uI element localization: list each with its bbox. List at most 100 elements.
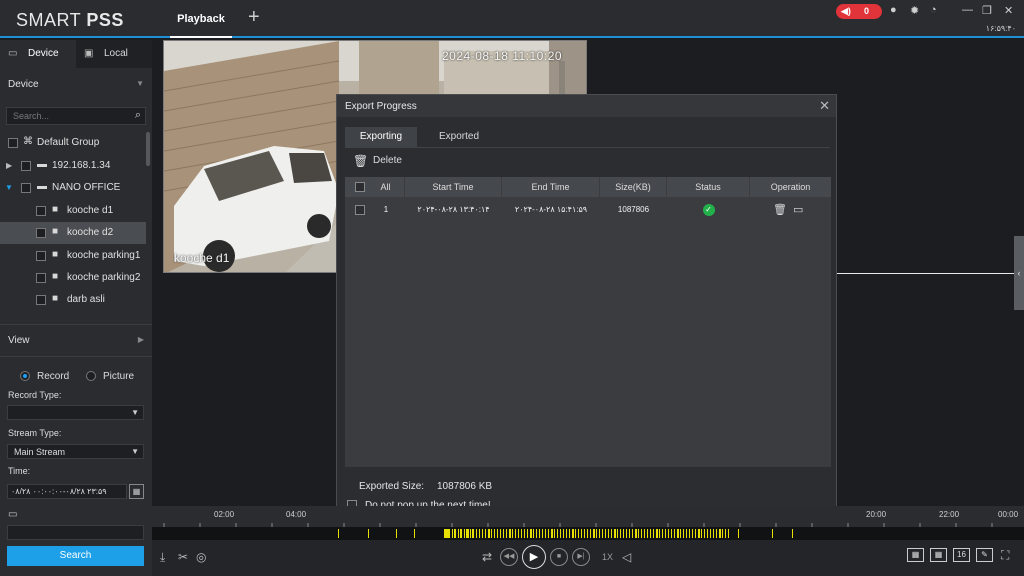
recording-segment xyxy=(656,529,658,538)
exported-size: Exported Size: 1087806 KB xyxy=(359,481,492,492)
download-icon[interactable]: ⤓ xyxy=(160,550,165,565)
rewind-button[interactable]: ◀◀ xyxy=(500,548,518,566)
restore-icon[interactable]: ❐ xyxy=(982,4,992,17)
divider xyxy=(0,324,152,325)
tree-item-ip-device[interactable]: ▶ ▬ 192.168.1.34 xyxy=(0,155,146,177)
layout-16-button[interactable]: 16 xyxy=(953,548,970,562)
recording-segment xyxy=(644,529,645,538)
play-button[interactable]: ▶ xyxy=(522,545,546,569)
recording-segment xyxy=(728,529,729,538)
recording-segment xyxy=(710,529,711,538)
time-range-field[interactable]: ۰۸/۲۸ ۰۰:۰۰:۰۰-۰۸/۲۸ ۲۳:۵۹ xyxy=(7,484,127,499)
tree-checkbox[interactable] xyxy=(21,161,31,171)
search-button[interactable]: Search xyxy=(7,546,144,566)
row-status: ✓ xyxy=(667,199,750,221)
record-type-select[interactable]: ▼ xyxy=(7,405,144,420)
video-channel-name: kooche d1 xyxy=(174,251,230,265)
tab-playback[interactable]: Playback xyxy=(170,0,232,38)
alarm-count: 0 xyxy=(864,6,870,16)
fullscreen-icon[interactable]: ⛶ xyxy=(1001,548,1009,563)
sync-icon[interactable]: ⇄ xyxy=(482,550,492,564)
row-index: 1 xyxy=(383,205,389,214)
recording-segment xyxy=(707,529,708,538)
recording-segment xyxy=(542,529,543,538)
tab-local[interactable]: ▣ Local xyxy=(76,40,152,68)
tab-exporting[interactable]: Exporting xyxy=(345,127,417,147)
recording-segment xyxy=(662,529,663,538)
search-icon[interactable]: ⌕ xyxy=(135,109,141,122)
trash-icon: 🗑 xyxy=(353,154,369,168)
recording-segment xyxy=(602,529,603,538)
tree-item-default-group[interactable]: ⌘ Default Group xyxy=(0,132,146,154)
recording-segment xyxy=(581,529,582,538)
layout-grid-icon[interactable]: ▦ xyxy=(907,548,924,562)
device-section-header[interactable]: Device ▼ xyxy=(0,74,152,96)
tree-checkbox[interactable] xyxy=(36,251,46,261)
tab-underline xyxy=(345,147,830,148)
recording-segment xyxy=(368,529,369,538)
select-all-checkbox[interactable] xyxy=(355,182,365,192)
time-label: Time: xyxy=(8,466,31,476)
tree-checkbox[interactable] xyxy=(36,206,46,216)
stream-type-select[interactable]: Main Stream ▼ xyxy=(7,444,144,459)
minimize-icon[interactable]: — xyxy=(962,4,973,16)
tab-device[interactable]: ▭ Device xyxy=(0,40,76,68)
recording-segment xyxy=(611,529,612,538)
tree-scrollbar[interactable] xyxy=(146,132,150,166)
clip-icon[interactable]: ✂ xyxy=(178,550,188,564)
row-checkbox[interactable] xyxy=(355,205,365,215)
tree-label: kooche d2 xyxy=(67,227,114,238)
search-input[interactable]: Search... ⌕ xyxy=(6,107,146,125)
expand-down-icon[interactable]: ▼ xyxy=(5,183,13,192)
gear-icon[interactable]: ✹ xyxy=(910,4,919,17)
volume-icon[interactable]: ◁ xyxy=(622,550,631,564)
tree-checkbox[interactable] xyxy=(36,228,46,238)
tree-item-camera[interactable]: ■ kooche d1 xyxy=(0,200,146,222)
card-number-input[interactable] xyxy=(7,525,144,540)
trash-icon[interactable]: 🗑 xyxy=(773,203,787,216)
view-section-header[interactable]: View ▶ xyxy=(0,330,152,352)
tree-item-camera[interactable]: ■ kooche parking2 xyxy=(0,267,146,289)
close-icon[interactable]: ✕ xyxy=(1004,4,1013,17)
recording-segment xyxy=(587,529,588,538)
tree-item-camera[interactable]: ■ darb asli xyxy=(0,289,146,311)
collapse-panel-handle[interactable]: ‹ xyxy=(1014,236,1024,310)
row-start-time: ۲۰۲۴-۰۸-۲۸ ۱۳:۴۰:۱۴ xyxy=(417,205,490,214)
recording-segment xyxy=(623,529,624,538)
recording-segment xyxy=(503,529,504,538)
recording-segment xyxy=(680,529,681,538)
stop-button[interactable]: ■ xyxy=(550,548,568,566)
camera-icon: ■ xyxy=(52,271,59,282)
picture-radio[interactable] xyxy=(86,371,96,381)
user-icon[interactable]: ● xyxy=(890,4,897,16)
alarm-badge[interactable]: ◀) 0 xyxy=(836,4,882,19)
tab-exported[interactable]: Exported xyxy=(423,127,495,147)
tree-checkbox[interactable] xyxy=(8,138,18,148)
tree-checkbox[interactable] xyxy=(21,183,31,193)
snapshot-icon[interactable]: ◎ xyxy=(196,550,206,564)
column-status: Status xyxy=(667,177,750,197)
playback-timeline[interactable]: 02:00 04:00 20:00 22:00 00:00 xyxy=(152,506,1024,540)
close-icon[interactable]: ✕ xyxy=(819,98,830,114)
gauge-icon[interactable]: ◔ xyxy=(930,4,937,16)
record-radio[interactable] xyxy=(20,371,30,381)
tree-checkbox[interactable] xyxy=(36,295,46,305)
recording-segment xyxy=(518,529,519,538)
playback-speed[interactable]: 1X xyxy=(602,552,613,562)
edit-icon[interactable]: ✎ xyxy=(976,548,993,562)
tree-item-camera[interactable]: ■ kooche parking1 xyxy=(0,245,146,267)
left-tabs: ▭ Device ▣ Local xyxy=(0,40,152,68)
recording-segment xyxy=(575,529,576,538)
table-row[interactable]: 1 ۲۰۲۴-۰۸-۲۸ ۱۳:۴۰:۱۴ ۲۰۲۴-۰۸-۲۸ ۱۵:۴۱:۵… xyxy=(345,199,831,221)
tree-checkbox[interactable] xyxy=(36,273,46,283)
expand-right-icon[interactable]: ▶ xyxy=(6,161,12,170)
layout-multi-icon[interactable]: ▦ xyxy=(930,548,947,562)
tree-item-nano-office[interactable]: ▼ ▬ NANO OFFICE xyxy=(0,177,146,199)
next-frame-button[interactable]: ▶| xyxy=(572,548,590,566)
recording-segment xyxy=(698,529,700,538)
tree-item-camera[interactable]: ■ kooche d2 xyxy=(0,222,146,244)
calendar-icon[interactable]: ▦ xyxy=(129,484,144,499)
recording-segment xyxy=(473,529,474,538)
add-tab-button[interactable]: + xyxy=(248,6,260,29)
folder-icon[interactable]: ▭ xyxy=(793,203,803,216)
